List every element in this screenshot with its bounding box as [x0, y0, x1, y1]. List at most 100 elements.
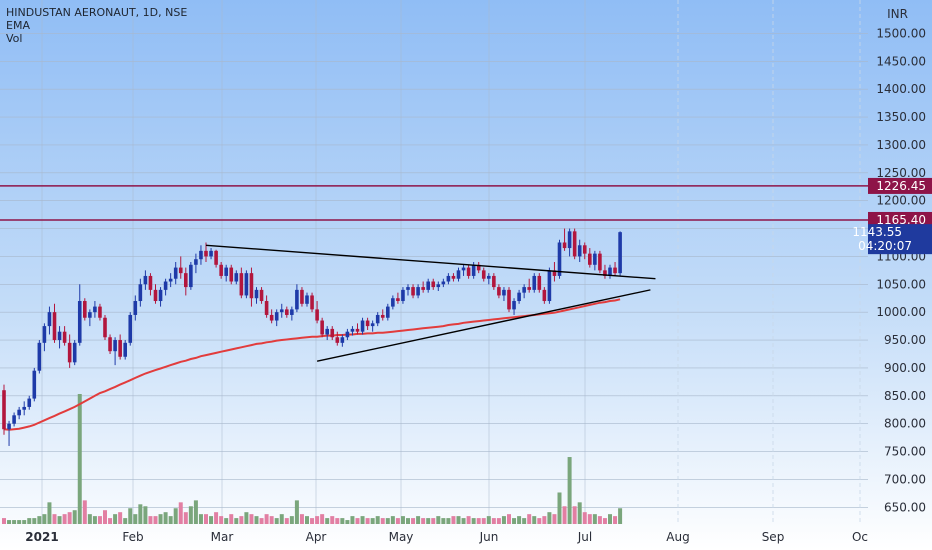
candle-body[interactable] — [2, 390, 6, 430]
candle-body[interactable] — [401, 289, 405, 302]
candle-body[interactable] — [396, 298, 400, 302]
candle-body[interactable] — [249, 273, 254, 299]
candle-body[interactable] — [153, 289, 158, 302]
candle-body[interactable] — [441, 281, 446, 285]
candle-body[interactable] — [47, 312, 52, 327]
candle-body[interactable] — [613, 267, 617, 274]
candle-body[interactable] — [138, 284, 143, 302]
candle-body[interactable] — [274, 312, 279, 321]
candle-body[interactable] — [411, 287, 415, 296]
candle-body[interactable] — [98, 306, 102, 318]
candle-body[interactable] — [77, 301, 82, 343]
candle-body[interactable] — [456, 270, 461, 279]
candle-body[interactable] — [532, 275, 537, 290]
candle-body[interactable] — [93, 306, 97, 313]
candle-body[interactable] — [471, 264, 476, 276]
candle-body[interactable] — [67, 342, 72, 363]
candle-body[interactable] — [295, 289, 299, 310]
candle-body[interactable] — [537, 275, 542, 290]
candle-body[interactable] — [577, 245, 582, 257]
candle-body[interactable] — [320, 320, 324, 335]
candle-body[interactable] — [325, 328, 329, 335]
candle-body[interactable] — [588, 253, 592, 265]
indicator-vol-label[interactable]: Vol — [6, 32, 187, 45]
candle-body[interactable] — [507, 289, 511, 310]
candle-body[interactable] — [285, 309, 289, 315]
candle-body[interactable] — [173, 267, 178, 279]
candle-body[interactable] — [360, 320, 365, 332]
candle-body[interactable] — [204, 250, 208, 257]
candle-body[interactable] — [224, 267, 228, 276]
candle-body[interactable] — [380, 314, 385, 318]
candle-body[interactable] — [542, 289, 547, 302]
candle-body[interactable] — [466, 267, 471, 276]
candle-body[interactable] — [386, 306, 390, 318]
candle-body[interactable] — [451, 275, 456, 279]
candle-body[interactable] — [370, 323, 375, 327]
candle-body[interactable] — [598, 253, 602, 271]
candle-body[interactable] — [62, 331, 67, 343]
candle-body[interactable] — [436, 284, 441, 288]
candle-body[interactable] — [42, 326, 47, 343]
candle-body[interactable] — [7, 423, 11, 430]
candle-body[interactable] — [335, 337, 340, 343]
candle-body[interactable] — [582, 245, 587, 254]
candle-body[interactable] — [481, 270, 486, 279]
candle-body[interactable] — [17, 409, 21, 416]
candle-body[interactable] — [416, 287, 420, 296]
candle-body[interactable] — [184, 273, 188, 288]
chart-container[interactable]: 650.00 700.00 750.00 800.00 850.00 900.00 950.… — [0, 0, 932, 550]
candle-body[interactable] — [502, 289, 506, 296]
candle-body[interactable] — [421, 287, 425, 290]
candle-body[interactable] — [264, 301, 269, 315]
candle-body[interactable] — [168, 278, 173, 282]
candle-body[interactable] — [330, 328, 335, 338]
candle-body[interactable] — [340, 337, 345, 343]
candle-body[interactable] — [143, 275, 148, 285]
candle-body[interactable] — [446, 275, 451, 282]
candle-body[interactable] — [209, 250, 213, 257]
candle-body[interactable] — [103, 317, 107, 338]
candle-body[interactable] — [52, 312, 57, 341]
candle-body[interactable] — [345, 331, 350, 338]
candle-body[interactable] — [128, 314, 133, 343]
candle-body[interactable] — [22, 406, 26, 410]
candle-body[interactable] — [83, 301, 87, 318]
candle-body[interactable] — [305, 295, 309, 304]
candle-body[interactable] — [32, 370, 37, 399]
candle-body[interactable] — [487, 275, 491, 279]
candle-body[interactable] — [163, 281, 168, 290]
candle-body[interactable] — [194, 259, 198, 265]
candle-body[interactable] — [244, 273, 249, 296]
candle-body[interactable] — [259, 289, 264, 302]
candle-body[interactable] — [123, 342, 127, 357]
candle-body[interactable] — [315, 309, 319, 321]
candle-body[interactable] — [492, 275, 496, 288]
candle-body[interactable] — [118, 340, 122, 357]
candle-body[interactable] — [178, 267, 183, 274]
candle-body[interactable] — [189, 264, 193, 288]
candle-body[interactable] — [133, 301, 138, 315]
candle-body[interactable] — [391, 298, 395, 307]
candle-body[interactable] — [355, 328, 360, 332]
candle-body[interactable] — [37, 342, 42, 371]
candle-body[interactable] — [229, 267, 234, 282]
indicator-ema-label[interactable]: EMA — [6, 19, 187, 32]
candle-body[interactable] — [300, 289, 304, 304]
candle-body[interactable] — [199, 250, 203, 260]
price-chart[interactable]: 650.00 700.00 750.00 800.00 850.00 900.00 950.… — [0, 0, 932, 550]
candle-body[interactable] — [108, 337, 112, 352]
candle-body[interactable] — [254, 289, 259, 299]
candle-body[interactable] — [88, 312, 92, 318]
candle-body[interactable] — [527, 287, 531, 290]
candle-body[interactable] — [593, 253, 597, 265]
candle-body[interactable] — [512, 301, 516, 310]
candle-body[interactable] — [148, 275, 153, 290]
candle-body[interactable] — [365, 320, 370, 327]
candle-body[interactable] — [562, 242, 567, 249]
candle-body[interactable] — [522, 287, 526, 293]
candle-body[interactable] — [158, 289, 163, 302]
candle-body[interactable] — [27, 398, 32, 407]
symbol-title[interactable]: HINDUSTAN AERONAUT, 1D, NSE — [6, 6, 187, 19]
candle-body[interactable] — [310, 295, 314, 310]
